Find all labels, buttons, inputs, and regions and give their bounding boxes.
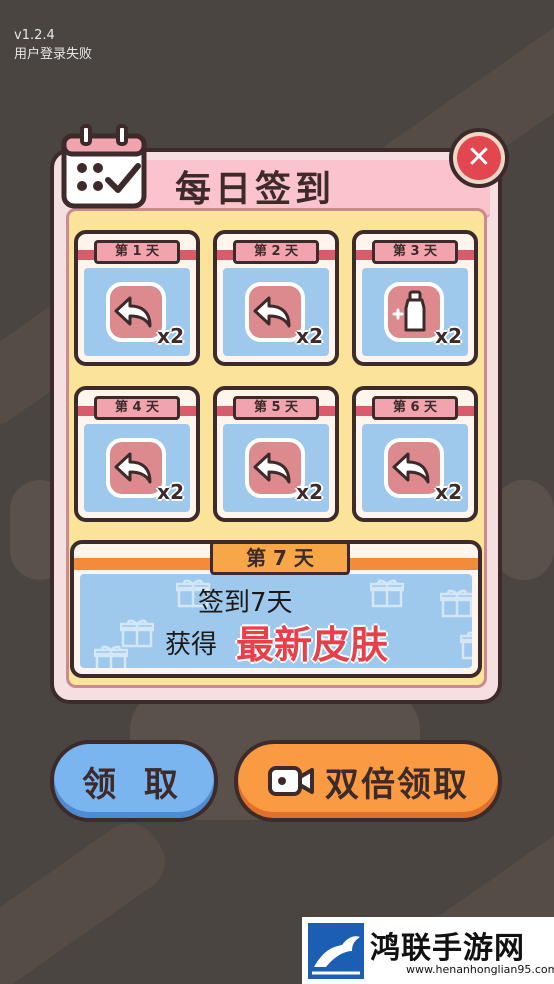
day-label: 第 1 天 (94, 240, 180, 264)
site-watermark: 鸿联手游网 www.henanhonglian95.com (302, 917, 554, 984)
undo-arrow-icon (392, 452, 430, 484)
reward-quantity: x2 (435, 324, 462, 348)
close-icon: ✕ (457, 136, 501, 180)
login-status-label: 用户登录失败 (14, 47, 93, 62)
background-decoration (0, 811, 177, 984)
day-card-4[interactable]: 第 4 天 x2 (74, 386, 200, 522)
day-card-5[interactable]: 第 5 天 x2 (213, 386, 339, 522)
gift-icon (370, 579, 404, 608)
background-button (494, 480, 554, 580)
card-body: x2 (84, 424, 190, 512)
double-claim-button-label: 双倍领取 (325, 764, 469, 805)
double-claim-button[interactable]: 双倍领取 (234, 740, 502, 822)
card-body: x2 (362, 424, 468, 512)
video-icon (268, 766, 314, 796)
reward-quantity: x2 (435, 480, 462, 504)
day-label: 第 2 天 (233, 240, 319, 264)
day-label: 第 7 天 (210, 541, 350, 575)
reward-quantity: x2 (157, 324, 184, 348)
site-logo-icon (308, 923, 364, 979)
watermark-url: www.henanhonglian95.com (406, 963, 554, 976)
undo-arrow-icon (114, 452, 152, 484)
day-label: 第 6 天 (372, 396, 458, 420)
day-label: 第 5 天 (233, 396, 319, 420)
calendar-icon (61, 124, 147, 209)
day-card-2[interactable]: 第 2 天 x2 (213, 230, 339, 366)
gift-icon (94, 645, 128, 668)
dialog-title: 每日签到 (175, 169, 336, 210)
undo-arrow-icon (253, 296, 291, 328)
undo-arrow-icon (114, 296, 152, 328)
day7-reward-name: 最新皮肤 (236, 623, 389, 667)
gift-icon (460, 631, 472, 660)
reward-quantity: x2 (157, 480, 184, 504)
day-card-1[interactable]: 第 1 天 x2 (74, 230, 200, 366)
version-label: v1.2.4 (14, 28, 55, 43)
reward-quantity: x2 (296, 480, 323, 504)
day-label: 第 3 天 (372, 240, 458, 264)
day-card-3[interactable]: 第 3 天 x2 (352, 230, 478, 366)
day-label: 第 4 天 (94, 396, 180, 420)
bottle-plus-icon (392, 290, 426, 332)
claim-button-label: 领 取 (82, 764, 186, 805)
status-text: v1.2.4 用户登录失败 (14, 26, 92, 64)
close-button[interactable]: ✕ (449, 128, 509, 188)
day-card-6[interactable]: 第 6 天 x2 (352, 386, 478, 522)
card-body: x2 (223, 268, 329, 356)
card-body: x2 (223, 424, 329, 512)
claim-button[interactable]: 领 取 (50, 740, 218, 822)
day7-reward-prefix: 获得 (165, 630, 218, 660)
card-body: x2 (362, 268, 468, 356)
watermark-title: 鸿联手游网 (370, 931, 525, 966)
reward-quantity: x2 (296, 324, 323, 348)
card-body: x2 (84, 268, 190, 356)
gift-icon (440, 589, 472, 618)
undo-arrow-icon (253, 452, 291, 484)
